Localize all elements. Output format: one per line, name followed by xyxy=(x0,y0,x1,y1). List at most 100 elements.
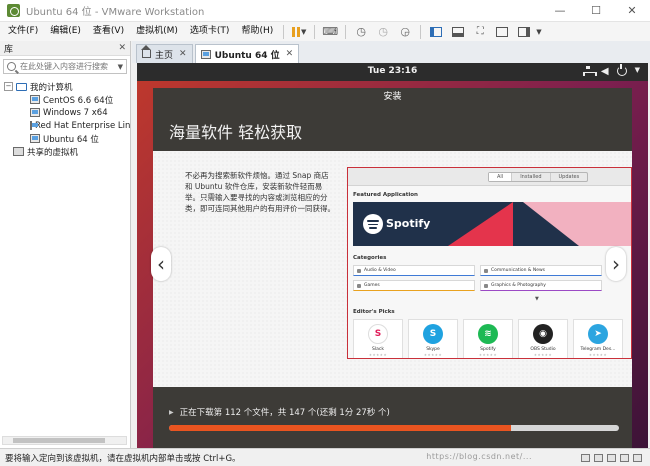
telegram-icon: ➤ xyxy=(588,324,608,344)
tree-item-my-computer[interactable]: − 我的计算机 xyxy=(0,80,130,93)
snapshot-manager-icon: ◶ xyxy=(400,25,411,38)
spotify-icon xyxy=(363,214,383,234)
tree-label: 我的计算机 xyxy=(30,82,73,93)
tree-item-vm-selected[interactable]: Ubuntu 64 位 xyxy=(0,132,130,145)
menu-help[interactable]: 帮助(H) xyxy=(235,22,279,41)
close-icon[interactable]: ✕ xyxy=(118,43,126,53)
progress-fill xyxy=(169,425,511,431)
menu-bar: 文件(F) 编辑(E) 查看(V) 虚拟机(M) 选项卡(T) 帮助(H) ▼ … xyxy=(0,22,650,41)
chevron-down-icon[interactable]: ▼ xyxy=(536,28,541,36)
collapse-icon[interactable]: − xyxy=(4,82,13,91)
featured-banner: Spotify xyxy=(353,202,631,246)
obs-icon: ◉ xyxy=(533,324,553,344)
tab-home[interactable]: 主页 ✕ xyxy=(136,44,193,63)
toolbar-separator xyxy=(345,24,347,39)
pause-button[interactable]: ▼ xyxy=(290,24,308,40)
chevron-down-icon: ▼ xyxy=(634,66,640,74)
pick-name: Spotify xyxy=(480,347,496,352)
slack-icon: S xyxy=(368,324,388,344)
slide-prev-button[interactable]: ‹ xyxy=(151,247,171,281)
skype-icon: S xyxy=(423,324,443,344)
scrollbar-thumb[interactable] xyxy=(13,438,105,443)
minimize-button[interactable]: — xyxy=(542,0,578,22)
category-card: Games xyxy=(353,280,475,291)
stretch-icon xyxy=(518,26,531,37)
thumbnail-view-button[interactable] xyxy=(449,24,467,40)
featured-label: Featured Application xyxy=(353,192,418,198)
tab-bar: 主页 ✕ Ubuntu 64 位 ✕ xyxy=(132,41,650,63)
menu-tabs[interactable]: 选项卡(T) xyxy=(184,22,236,41)
device-icon[interactable] xyxy=(581,453,590,462)
power-icon xyxy=(616,64,627,76)
fullscreen-icon: ⛶ xyxy=(476,26,484,37)
tab-ubuntu[interactable]: Ubuntu 64 位 ✕ xyxy=(194,44,300,63)
maximize-button[interactable]: ☐ xyxy=(578,0,614,22)
gnome-system-menu[interactable]: ◀ ▼ xyxy=(582,64,640,77)
keyboard-icon: ⌨ xyxy=(322,25,339,38)
device-icon[interactable] xyxy=(633,453,642,462)
tree-item-vm[interactable]: Windows 7 x64 xyxy=(0,106,130,119)
installer-heading: 海量软件 轻松获取 xyxy=(169,123,303,142)
vm-display[interactable]: Tue 23:16 ◀ ▼ 安装 海量软件 轻松获取 不必再为搜索新软件烦恼。通… xyxy=(137,63,648,448)
vm-icon xyxy=(200,49,211,59)
gnome-top-bar: Tue 23:16 ◀ ▼ xyxy=(137,63,648,81)
snapshot-button[interactable]: ◷ xyxy=(352,24,370,40)
device-icon[interactable] xyxy=(620,453,629,462)
chevron-down-icon: ▼ xyxy=(535,296,539,302)
picks-label: Editor's Picks xyxy=(353,309,395,315)
snapshot-manager-button[interactable]: ◶ xyxy=(396,24,414,40)
fullscreen-button[interactable]: ⛶ xyxy=(471,24,489,40)
library-search-input[interactable]: 在此处键入内容进行搜索 ▼ xyxy=(3,59,127,74)
search-icon xyxy=(7,62,16,71)
software-store-preview: All Installed Updates Featured Applicati… xyxy=(347,167,632,359)
tree-label: Red Hat Enterprise Lin xyxy=(35,120,130,131)
thumbnail-view-icon xyxy=(452,26,465,37)
gnome-clock[interactable]: Tue 23:16 xyxy=(137,66,648,76)
pick-name: OBS Studio xyxy=(530,347,556,352)
close-icon[interactable]: ✕ xyxy=(286,49,294,59)
menu-edit[interactable]: 编辑(E) xyxy=(44,22,87,41)
revert-snapshot-button[interactable]: ◷ xyxy=(374,24,392,40)
stretch-button[interactable] xyxy=(515,24,533,40)
download-status[interactable]: ▶ 正在下载第 112 个文件，共 147 个(还剩 1分 27秒 个) xyxy=(169,406,390,418)
rating-stars: ★★★★★ xyxy=(533,353,553,357)
download-progress-bar xyxy=(169,425,619,431)
tree-item-shared-vms[interactable]: 共享的虚拟机 xyxy=(0,145,130,158)
store-segment-updates: Updates xyxy=(558,174,580,180)
tree-label: 共享的虚拟机 xyxy=(27,147,79,158)
watermark-text: https://blog.csdn.net/... xyxy=(426,452,532,461)
category-card: Graphics & Photography xyxy=(480,280,602,291)
library-header: 库 ✕ xyxy=(0,41,130,56)
slide-description: 不必再为搜索新软件烦恼。通过 Snap 商店和 Ubuntu 软件仓库，安装新软… xyxy=(185,171,335,213)
vmware-app-icon xyxy=(7,4,20,17)
send-ctrl-alt-del-button[interactable]: ⌨ xyxy=(321,24,339,40)
pick-name: Skype xyxy=(426,347,440,352)
menu-vm[interactable]: 虚拟机(M) xyxy=(130,22,184,41)
unity-button[interactable] xyxy=(493,24,511,40)
status-hint: 要将输入定向到该虚拟机，请在虚拟机内部单击或按 Ctrl+G。 xyxy=(5,453,241,464)
installer-title: 安装 xyxy=(383,92,402,102)
close-button[interactable]: ✕ xyxy=(614,0,650,22)
chevron-left-icon: ‹ xyxy=(157,252,165,276)
download-status-text: 正在下载第 112 个文件，共 147 个(还剩 1分 27秒 个) xyxy=(179,408,390,418)
library-horizontal-scrollbar[interactable] xyxy=(2,436,127,445)
menu-file[interactable]: 文件(F) xyxy=(2,22,44,41)
tree-item-vm[interactable]: CentOS 6.6 64位 xyxy=(0,93,130,106)
library-view-button[interactable] xyxy=(427,24,445,40)
revert-snapshot-icon: ◷ xyxy=(378,25,389,38)
tree-item-vm[interactable]: Red Hat Enterprise Lin xyxy=(0,119,130,132)
slide-next-button[interactable]: › xyxy=(606,247,626,281)
device-icon[interactable] xyxy=(594,453,603,462)
library-view-icon xyxy=(430,26,443,37)
tree-label: CentOS 6.6 64位 xyxy=(43,95,114,106)
chevron-down-icon[interactable]: ▼ xyxy=(118,63,123,71)
store-header: All Installed Updates xyxy=(348,168,631,186)
title-bar: Ubuntu 64 位 - VMware Workstation — ☐ ✕ xyxy=(0,0,650,22)
featured-app-name: Spotify xyxy=(386,217,431,230)
menu-view[interactable]: 查看(V) xyxy=(87,22,130,41)
toolbar-separator xyxy=(420,24,422,39)
close-icon[interactable]: ✕ xyxy=(179,49,187,59)
vm-icon xyxy=(30,95,40,104)
categories-label: Categories xyxy=(353,255,387,261)
device-icon[interactable] xyxy=(607,453,616,462)
